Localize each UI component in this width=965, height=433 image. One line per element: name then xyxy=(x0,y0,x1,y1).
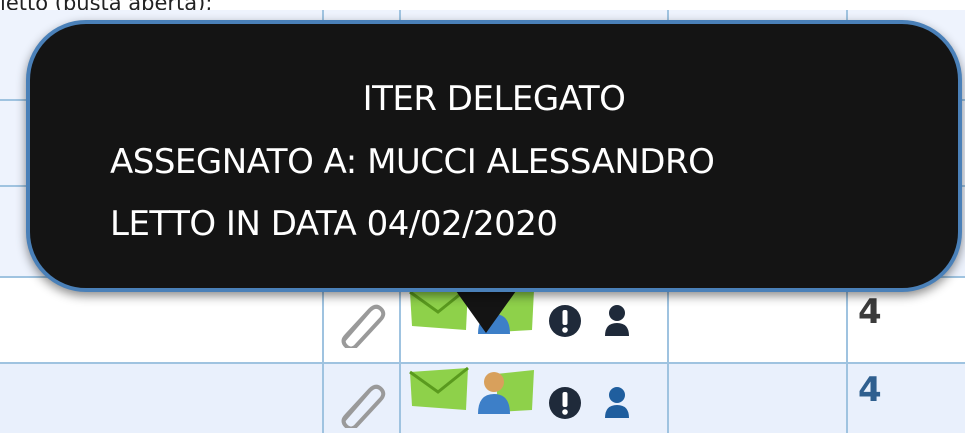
count-cell: 4 xyxy=(858,370,882,410)
paperclip-icon[interactable] xyxy=(336,296,388,351)
delegation-tooltip: ITER DELEGATO ASSEGNATO A: MUCCI ALESSAN… xyxy=(26,20,962,292)
person-icon xyxy=(604,304,630,336)
table-row[interactable]: 4 xyxy=(0,364,965,433)
tooltip-pointer xyxy=(456,291,516,333)
count-cell: 4 xyxy=(858,292,882,332)
tooltip-title: ITER DELEGATO xyxy=(362,79,626,119)
user-envelope-icon[interactable] xyxy=(474,364,536,426)
tooltip-assignee: ASSEGNATO A: MUCCI ALESSANDRO xyxy=(110,142,715,182)
tooltip-read-date: LETTO IN DATA 04/02/2020 xyxy=(110,204,558,244)
envelope-icon[interactable] xyxy=(408,366,472,414)
paperclip-icon[interactable] xyxy=(336,376,388,431)
exclamation-icon xyxy=(548,304,582,338)
person-icon xyxy=(604,386,630,418)
exclamation-icon xyxy=(548,386,582,420)
